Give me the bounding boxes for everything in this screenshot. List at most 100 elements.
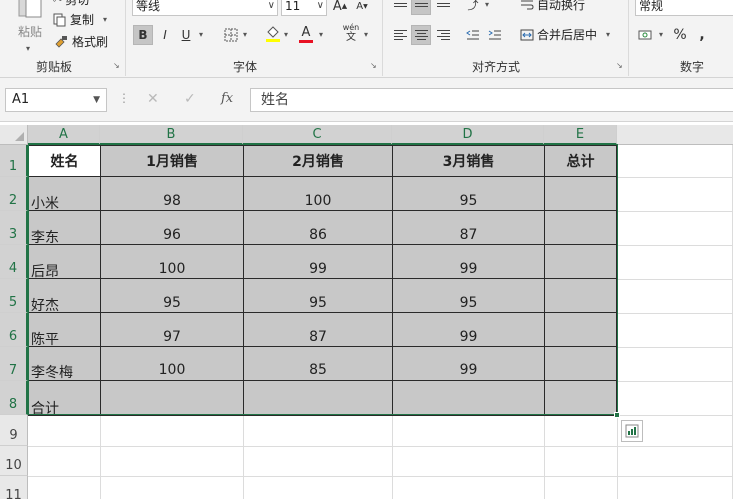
row-header-5[interactable]: 5: [0, 279, 28, 313]
copy-dropdown-icon[interactable]: ▾: [103, 15, 107, 24]
font-color-button[interactable]: A: [296, 24, 316, 44]
bold-button[interactable]: B: [133, 25, 153, 45]
format-painter-button[interactable]: 格式刷: [53, 33, 108, 50]
row-header-7[interactable]: 7: [0, 347, 28, 381]
select-all-button[interactable]: [0, 125, 28, 145]
table-cell[interactable]: 99: [393, 329, 544, 345]
fill-color-button[interactable]: [263, 24, 283, 44]
worksheet-grid[interactable]: A B C D E 1 2 3 4 5 6 7 8 9 10 11 姓名 1月销…: [0, 122, 733, 499]
column-header-e[interactable]: E: [544, 125, 617, 145]
table-cell[interactable]: 87: [244, 329, 392, 345]
comma-button[interactable]: ,: [692, 25, 712, 45]
table-header-cell[interactable]: 1月销售: [101, 151, 243, 171]
table-cell-name[interactable]: 后昂: [31, 261, 59, 281]
row-header-6[interactable]: 6: [0, 313, 28, 347]
table-cell[interactable]: 96: [101, 227, 243, 243]
row-header-8[interactable]: 8: [0, 381, 28, 415]
table-cell[interactable]: 99: [393, 362, 544, 378]
decrease-indent-button[interactable]: [463, 25, 483, 45]
table-cell[interactable]: 95: [244, 295, 392, 311]
table-cell[interactable]: 100: [101, 261, 243, 277]
font-size-select[interactable]: 11 ∨: [281, 0, 327, 16]
percent-button[interactable]: %: [670, 25, 690, 45]
underline-button[interactable]: U: [176, 25, 196, 45]
font-launcher-icon[interactable]: ↘: [370, 62, 379, 71]
table-cell[interactable]: 95: [101, 295, 243, 311]
table-header-cell[interactable]: 2月销售: [244, 151, 392, 171]
table-cell[interactable]: 86: [244, 227, 392, 243]
shrink-font-button[interactable]: A ▼: [352, 0, 372, 16]
copy-button[interactable]: 复制 ▾: [53, 11, 107, 28]
orientation-button[interactable]: ⤴: [463, 0, 483, 15]
table-cell-name[interactable]: 李东: [31, 227, 59, 247]
clipboard-launcher-icon[interactable]: ↘: [113, 62, 122, 71]
row-header-1[interactable]: 1: [0, 145, 28, 177]
phonetic-button[interactable]: wén 文: [340, 23, 362, 43]
row-header-11[interactable]: 11: [0, 476, 28, 499]
row-header-4[interactable]: 4: [0, 245, 28, 279]
borders-button[interactable]: [221, 25, 241, 45]
enter-icon[interactable]: ✓: [184, 91, 196, 107]
column-header-f[interactable]: [617, 125, 733, 145]
align-right-button[interactable]: [433, 25, 453, 45]
align-center-button[interactable]: [411, 25, 431, 45]
quick-analysis-button[interactable]: [621, 420, 643, 442]
number-format-select[interactable]: 常规: [635, 0, 733, 16]
merge-dropdown-icon[interactable]: ▾: [606, 30, 610, 39]
table-cell[interactable]: 95: [393, 295, 544, 311]
column-header-d[interactable]: D: [392, 125, 544, 145]
row-header-9[interactable]: 9: [0, 415, 28, 446]
grow-font-button[interactable]: A ▲: [330, 0, 350, 16]
table-cell[interactable]: 99: [244, 261, 392, 277]
table-cell[interactable]: 100: [244, 193, 392, 209]
row-header-2[interactable]: 2: [0, 177, 28, 211]
italic-button[interactable]: I: [155, 25, 175, 45]
phonetic-dropdown-icon[interactable]: ▾: [364, 30, 368, 39]
font-name-select[interactable]: 等线 ∨: [132, 0, 278, 16]
table-cell-name[interactable]: 合计: [31, 398, 59, 418]
borders-dropdown-icon[interactable]: ▾: [243, 30, 247, 39]
paste-dropdown-icon[interactable]: ▾: [26, 44, 30, 53]
row-header-3[interactable]: 3: [0, 211, 28, 245]
table-cell[interactable]: 98: [101, 193, 243, 209]
paste-button[interactable]: 粘贴: [10, 0, 50, 40]
cancel-icon[interactable]: ✕: [147, 91, 159, 107]
align-top-button[interactable]: [390, 0, 410, 15]
fill-color-dropdown-icon[interactable]: ▾: [284, 30, 288, 39]
alignment-launcher-icon[interactable]: ↘: [616, 62, 625, 71]
table-cell-name[interactable]: 小米: [31, 193, 59, 213]
table-header-cell[interactable]: 3月销售: [393, 151, 544, 171]
increase-indent-button[interactable]: [485, 25, 505, 45]
merge-center-button[interactable]: 合并后居中 ▾: [520, 26, 610, 43]
name-box[interactable]: A1 ▼: [5, 88, 107, 112]
cut-button[interactable]: ✂ 剪切: [53, 0, 89, 8]
insert-function-button[interactable]: fx: [221, 91, 233, 106]
underline-dropdown-icon[interactable]: ▾: [199, 30, 203, 39]
align-middle-button[interactable]: [411, 0, 431, 15]
column-header-a[interactable]: A: [28, 125, 100, 145]
font-color-dropdown-icon[interactable]: ▾: [319, 30, 323, 39]
table-cell[interactable]: 87: [393, 227, 544, 243]
accounting-dropdown-icon[interactable]: ▾: [659, 30, 663, 39]
table-cell-name[interactable]: 陈平: [31, 329, 59, 349]
align-bottom-button[interactable]: [433, 0, 453, 15]
row-header-10[interactable]: 10: [0, 446, 28, 476]
fill-handle[interactable]: [614, 412, 620, 418]
table-cell[interactable]: 85: [244, 362, 392, 378]
column-header-b[interactable]: B: [100, 125, 243, 145]
wrap-text-button[interactable]: 自动换行: [520, 0, 585, 13]
table-cell-name[interactable]: 李冬梅: [31, 362, 73, 382]
accounting-format-button[interactable]: [636, 25, 656, 45]
table-cell-name[interactable]: 好杰: [31, 295, 59, 315]
table-cell[interactable]: 99: [393, 261, 544, 277]
table-border: [28, 415, 617, 416]
table-cell[interactable]: 100: [101, 362, 243, 378]
column-header-c[interactable]: C: [243, 125, 392, 145]
table-header-cell[interactable]: 总计: [545, 151, 616, 171]
table-cell[interactable]: 97: [101, 329, 243, 345]
table-header-cell[interactable]: 姓名: [29, 151, 100, 171]
orientation-dropdown-icon[interactable]: ▾: [485, 0, 489, 9]
align-left-button[interactable]: [390, 25, 410, 45]
table-cell[interactable]: 95: [393, 193, 544, 209]
formula-input[interactable]: 姓名: [250, 88, 733, 112]
